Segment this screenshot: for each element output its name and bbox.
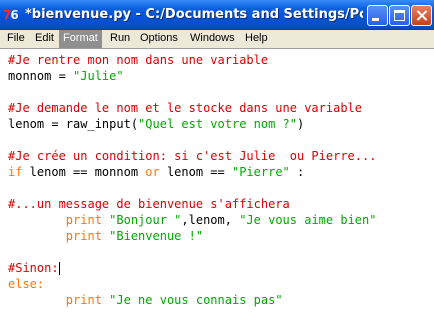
comment: #Je rentre mon nom dans une variable	[8, 53, 269, 67]
keyword: print	[65, 293, 102, 307]
code-text: lenom == monnom	[22, 165, 146, 179]
code-line-11: print "Bonjour ",lenom, "Je vous aime bi…	[8, 212, 377, 228]
code-line-14: #Sinon:	[8, 260, 60, 276]
keyword: print	[65, 213, 102, 227]
minimize-icon[interactable]	[367, 5, 388, 26]
code-line-8: if lenom == monnom or lenom == "Pierre" …	[8, 164, 304, 180]
comment: #...un message de bienvenue s'affichera	[8, 197, 290, 211]
code-line-4: #Je demande le nom et le stocke dans une…	[8, 100, 362, 116]
window-title: *bienvenue.py - C:/Documents and Setting…	[25, 7, 363, 22]
maximize-icon[interactable]	[389, 5, 410, 26]
menu-format[interactable]: Format	[59, 30, 102, 48]
code-text: monnom =	[8, 69, 74, 83]
text-cursor	[58, 262, 60, 275]
menu-bar: File Edit Format Run Options Windows Hel…	[0, 30, 434, 48]
idle-app-icon[interactable]: 76	[3, 6, 23, 24]
menu-help[interactable]: Help	[241, 30, 272, 48]
comment: #Je crée un condition: si c'est Julie ou…	[8, 149, 377, 163]
keyword: or	[145, 165, 160, 179]
code-line-16: print "Je ne vous connais pas"	[8, 292, 283, 308]
string-literal: "Bienvenue !"	[101, 229, 204, 243]
code-line-7: #Je crée un condition: si c'est Julie ou…	[8, 148, 376, 164]
menu-edit[interactable]: Edit	[31, 30, 58, 48]
menu-run[interactable]: Run	[106, 30, 134, 48]
code-line-2: monnom = "Julie"	[8, 68, 124, 84]
keyword: print	[65, 229, 102, 243]
code-text: lenom ==	[159, 165, 232, 179]
close-icon[interactable]	[411, 5, 432, 26]
keyword: else:	[8, 277, 45, 291]
string-literal: "Quel est votre nom ?"	[138, 117, 297, 131]
string-literal: "Julie"	[73, 69, 124, 83]
code-line-15: else:	[8, 276, 44, 292]
keyword: if	[8, 165, 23, 179]
code-text: ,lenom,	[181, 213, 240, 227]
comment: #Je demande le nom et le stocke dans une…	[8, 101, 363, 115]
code-text: )	[297, 117, 305, 131]
string-literal: "Je ne vous connais pas"	[101, 293, 283, 307]
title-bar[interactable]: 76 *bienvenue.py - C:/Documents and Sett…	[0, 0, 434, 30]
string-literal: "Pierre"	[231, 165, 290, 179]
menu-file[interactable]: File	[3, 30, 29, 48]
code-line-10: #...un message de bienvenue s'affichera	[8, 196, 290, 212]
code-text: lenom = raw_input(	[8, 117, 139, 131]
string-literal: "Je vous aime bien"	[239, 213, 377, 227]
comment: #Sinon:	[8, 261, 59, 275]
app-icon-glyph-6: 6	[10, 8, 18, 22]
code-text: :	[289, 165, 305, 179]
menu-options[interactable]: Options	[136, 30, 182, 48]
menu-windows[interactable]: Windows	[186, 30, 239, 48]
code-line-5: lenom = raw_input("Quel est votre nom ?"…	[8, 116, 304, 132]
string-literal: "Bonjour "	[101, 213, 182, 227]
code-editor[interactable]: #Je rentre mon nom dans une variable mon…	[0, 48, 434, 332]
code-line-1: #Je rentre mon nom dans une variable	[8, 52, 268, 68]
code-line-12: print "Bienvenue !"	[8, 228, 203, 244]
